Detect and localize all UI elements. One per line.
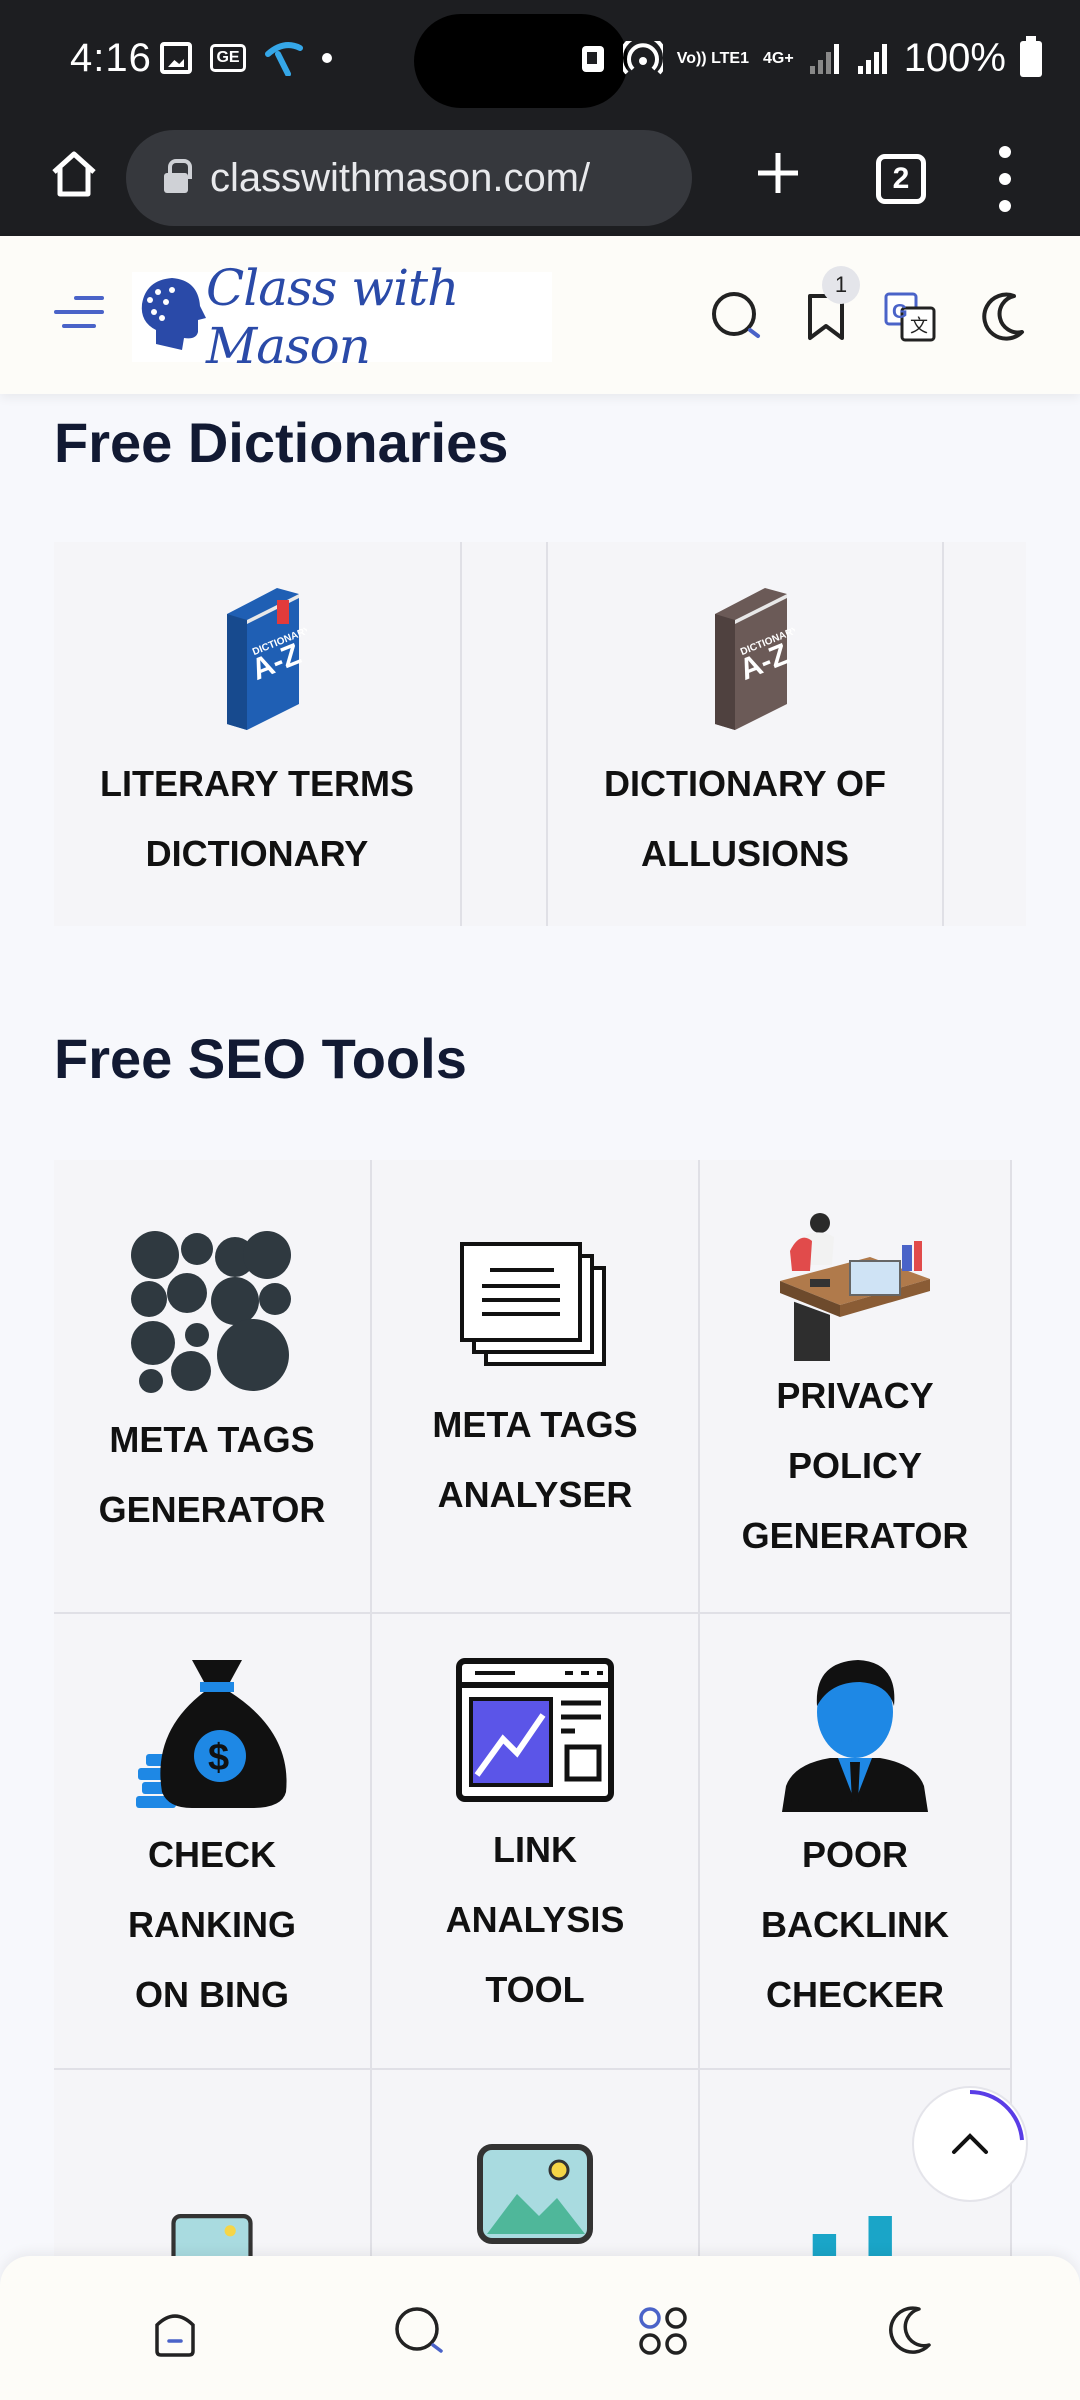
seo-grid-edge	[1012, 1160, 1026, 2070]
more-notifications-dot	[322, 53, 332, 63]
card-label: DICTIONARY	[145, 833, 369, 874]
card-label: POLICY	[787, 1445, 922, 1486]
site-header: Class with Mason G 文	[0, 236, 1080, 394]
scroll-progress-ring	[969, 2089, 1024, 2141]
hotspot-icon	[622, 40, 663, 74]
money-bag-icon: $	[136, 1660, 287, 1808]
card-label: LINK	[493, 1829, 577, 1870]
battery-percent: 100%	[903, 36, 1006, 80]
grid-icon	[639, 2307, 687, 2355]
office-desk-icon	[780, 1213, 930, 1361]
card-label: ON BING	[134, 1974, 289, 2015]
menu-dot	[999, 146, 1011, 158]
search-icon	[395, 2307, 443, 2353]
alarm-icon	[581, 45, 604, 72]
moon-icon	[889, 2306, 931, 2354]
address-bar[interactable]: classwithmason.com/	[126, 130, 692, 226]
dark-mode-icon[interactable]	[974, 288, 1030, 344]
bubbles-icon	[131, 1231, 291, 1393]
seo-card-meta-tags-analyser[interactable]: META TAGS ANALYSER	[372, 1160, 700, 1614]
svg-text:G: G	[892, 301, 908, 323]
nav-categories-button[interactable]	[628, 2296, 698, 2366]
new-tab-button[interactable]	[740, 140, 816, 216]
status-time: 4:16	[70, 36, 152, 80]
site-logo[interactable]: Class with Mason	[132, 259, 552, 375]
card-label: META TAGS	[109, 1419, 315, 1460]
nav-search-button[interactable]	[384, 2296, 454, 2366]
hamburger-menu-button[interactable]	[54, 296, 104, 332]
dictionaries-section-title: Free Dictionaries	[54, 411, 509, 474]
logo-head-icon	[141, 278, 206, 350]
scroll-to-top-button[interactable]	[914, 2088, 1026, 2200]
lock-icon	[164, 159, 192, 193]
card-label: PRIVACY	[776, 1375, 934, 1416]
card-label: CHECK	[147, 1834, 276, 1875]
svg-text:文: 文	[910, 316, 928, 336]
seo-card-check-ranking-on-bing[interactable]: $ CHECK RANKING ON BING	[54, 1614, 372, 2070]
gallery-notification-icon	[160, 42, 192, 74]
svg-text:$: $	[208, 1737, 229, 1779]
dictionary-card-spacer	[462, 542, 548, 926]
logo-text: Class with Mason	[206, 259, 459, 375]
browser-menu-button[interactable]	[990, 146, 1020, 212]
card-label: CHECKER	[765, 1974, 944, 2015]
browser-toolbar: classwithmason.com/ 2	[0, 120, 1080, 236]
card-label: POOR	[801, 1834, 908, 1875]
translate-icon[interactable]: G 文	[882, 288, 938, 344]
battery-icon	[1020, 35, 1042, 77]
home-icon	[52, 151, 96, 197]
card-label: LITERARY TERMS	[99, 763, 414, 804]
volte-label: Vo)) LTE1	[676, 50, 749, 67]
plus-icon	[758, 153, 798, 193]
card-label: META TAGS	[432, 1404, 638, 1445]
seo-card-privacy-policy-generator[interactable]: PRIVACY POLICY GENERATOR	[700, 1160, 1012, 1614]
card-label: ANALYSER	[437, 1474, 633, 1515]
seo-card-link-analysis-tool[interactable]: LINK ANALYSIS TOOL	[372, 1614, 700, 2070]
seo-card-poor-backlink-checker[interactable]: POOR BACKLINK CHECKER	[700, 1614, 1012, 2070]
image-icon	[477, 2144, 593, 2244]
url-text: classwithmason.com/	[210, 155, 591, 200]
status-right-icons: Vo)) LTE1 4G+ 100%	[579, 35, 1042, 81]
dictionary-card-allusions[interactable]: A-Z DICTIONARY DICTIONARY OF ALLUSIONS	[548, 542, 944, 926]
dictionary-card-next-peek	[944, 542, 1026, 926]
card-label: GENERATOR	[98, 1489, 326, 1530]
seo-card-row3-col1[interactable]	[54, 2070, 372, 2270]
home-button[interactable]	[36, 136, 112, 212]
bookmark-count-badge: 1	[822, 266, 860, 304]
browser-chart-icon	[456, 1658, 614, 1802]
data-label: 4G+	[763, 50, 794, 67]
menu-dot	[999, 173, 1011, 185]
signal-icon-sim1	[809, 43, 839, 74]
nav-home-button[interactable]	[140, 2296, 210, 2366]
dictionary-brown-icon: A-Z DICTIONARY	[715, 588, 795, 730]
seo-card-meta-tags-generator[interactable]: META TAGS GENERATOR	[54, 1160, 372, 1614]
card-label: RANKING	[128, 1904, 296, 1945]
seo-section-title: Free SEO Tools	[54, 1027, 467, 1090]
dictionary-blue-icon: A-Z DICTIONARY	[227, 588, 307, 730]
search-icon[interactable]	[708, 288, 764, 344]
signal-icon-sim2	[857, 43, 887, 74]
card-label: GENERATOR	[741, 1515, 969, 1556]
telenor-icon	[265, 42, 303, 76]
home-icon	[155, 2314, 195, 2357]
bottom-navigation	[0, 2256, 1080, 2400]
card-label: ANALYSIS	[445, 1899, 625, 1940]
card-label: DICTIONARY OF	[603, 763, 886, 804]
nav-dark-mode-button[interactable]	[872, 2296, 942, 2366]
seo-card-row3-col2[interactable]	[372, 2070, 700, 2270]
menu-dot	[999, 200, 1011, 212]
card-label: TOOL	[485, 1969, 585, 2010]
status-left-icons: GE	[160, 40, 332, 76]
status-bar: 4:16 GE Vo)) LTE1 4G+ 100%	[0, 0, 1080, 120]
documents-icon	[460, 1242, 606, 1366]
tab-switcher-button[interactable]: 2	[876, 154, 926, 204]
businessman-icon	[782, 1660, 928, 1812]
dictionary-card-literary-terms[interactable]: A-Z DICTIONARY LITERARY TERMS DICTIONARY	[54, 542, 462, 926]
card-label: ALLUSIONS	[640, 833, 849, 874]
card-label: BACKLINK	[761, 1904, 949, 1945]
ge-notification-icon: GE	[210, 44, 246, 72]
